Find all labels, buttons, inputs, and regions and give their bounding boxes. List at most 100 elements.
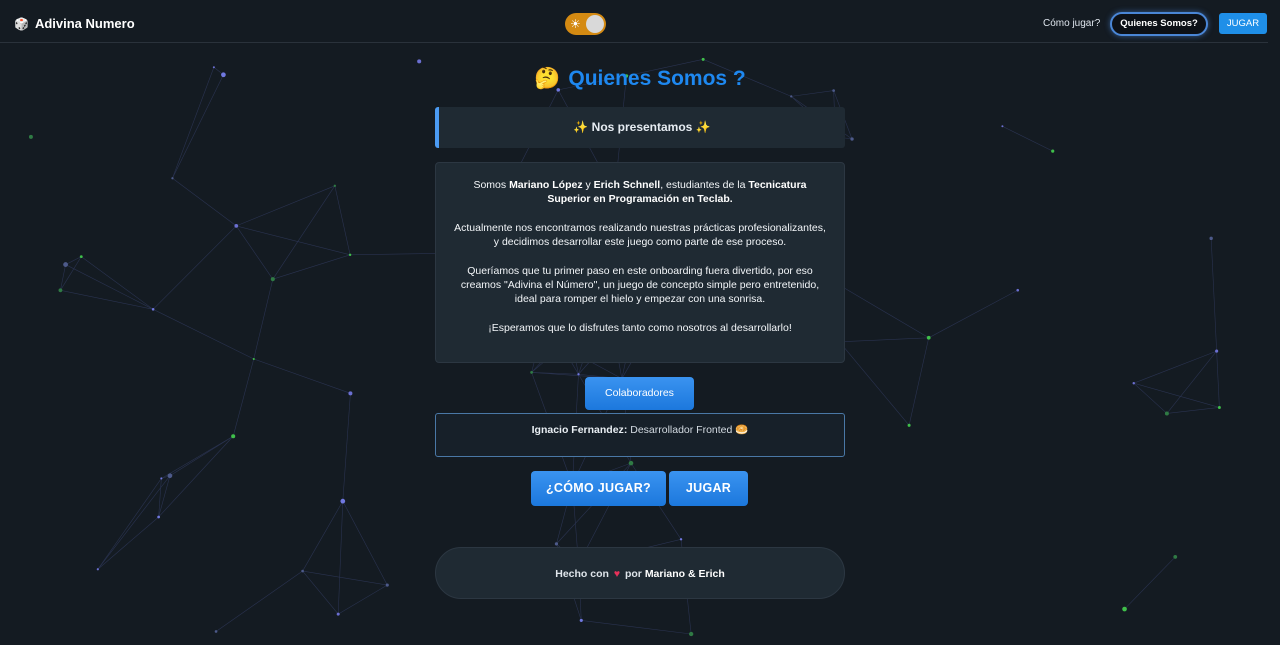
page: 🎲 Adivina Numero ☀ Cómo jugar? Quienes S…	[0, 0, 1280, 645]
author-name-2: Erich Schnell	[593, 179, 661, 191]
particle-link	[342, 393, 351, 502]
particle-link	[1210, 238, 1217, 352]
particle-dot	[1001, 125, 1004, 128]
brand[interactable]: 🎲 Adivina Numero	[14, 16, 135, 31]
particle-link	[302, 570, 339, 615]
particle-link	[581, 620, 692, 635]
particle-dot	[167, 473, 173, 479]
particle-dot	[160, 477, 163, 480]
particle-link	[97, 478, 162, 570]
scrollbar[interactable]	[1268, 0, 1280, 645]
how-to-play-button[interactable]: ¿CÓMO JUGAR?	[531, 471, 666, 506]
brand-title: Adivina Numero	[34, 16, 135, 31]
particle-dot	[234, 224, 239, 228]
footer: Hecho con ♥ por Mariano & Erich	[435, 547, 845, 599]
nav-play-button[interactable]: JUGAR	[1219, 13, 1267, 34]
particle-dot	[628, 460, 634, 466]
particle-link	[152, 309, 254, 360]
particle-link	[97, 516, 159, 570]
particle-dot	[333, 184, 337, 188]
particle-link	[272, 185, 336, 280]
particle-dot	[58, 288, 63, 293]
particle-link	[1133, 382, 1220, 408]
particle-link	[253, 358, 351, 394]
about-paragraph-1: Somos Mariano López y Erich Schnell, est…	[473, 179, 807, 206]
particle-dot	[1173, 555, 1178, 559]
particle-dot	[530, 371, 533, 374]
particle-dot	[850, 137, 854, 141]
collaborator-role: Desarrollador Fronted	[627, 424, 733, 436]
intro-banner: ✨ Nos presentamos ✨	[435, 107, 845, 148]
particle-link	[161, 435, 234, 479]
about-paragraph-3: Queríamos que tu primer paso en este onb…	[460, 264, 820, 306]
page-title-text: Quienes Somos ?	[568, 67, 746, 90]
particle-dot	[348, 391, 353, 396]
thinking-face-icon: 🤔	[534, 67, 561, 90]
particle-dot	[577, 373, 580, 376]
particle-link	[172, 177, 237, 227]
particle-link	[1002, 126, 1053, 152]
particle-dot	[1164, 411, 1169, 416]
particle-dot	[1051, 149, 1055, 153]
nav-link-how-to-play[interactable]: Cómo jugar?	[1043, 18, 1100, 29]
particle-dot	[554, 542, 559, 546]
particle-dot	[1215, 349, 1219, 353]
particle-dot	[214, 630, 218, 633]
particle-link	[302, 570, 388, 586]
particle-link	[839, 337, 929, 343]
particle-dot	[790, 95, 793, 98]
particle-dot	[28, 134, 33, 139]
particle-dot	[270, 277, 275, 282]
heart-icon: ♥	[613, 568, 621, 580]
particle-dot	[252, 357, 255, 361]
about-paragraph-2: Actualmente nos encontramos realizando n…	[454, 221, 826, 249]
particle-link	[1124, 556, 1176, 610]
bagel-icon: 🥯	[735, 424, 749, 436]
particle-link	[791, 90, 834, 97]
particle-link	[1166, 407, 1220, 414]
particle-dot	[1016, 288, 1020, 292]
navbar: 🎲 Adivina Numero ☀ Cómo jugar? Quienes S…	[0, 0, 1268, 43]
particle-dot	[1122, 606, 1127, 612]
collaborators-button[interactable]: Colaboradores	[585, 377, 694, 410]
about-paragraph-4: ¡Esperamos que lo disfrutes tanto como n…	[488, 321, 792, 334]
particle-link	[350, 252, 446, 256]
nav-link-about[interactable]: Quienes Somos?	[1110, 12, 1208, 36]
particle-link	[65, 264, 154, 310]
particle-link	[152, 225, 237, 310]
particle-link	[97, 475, 171, 570]
particle-dot	[679, 538, 683, 541]
footer-authors: Mariano & Erich	[644, 568, 725, 580]
particle-dot	[1132, 381, 1135, 385]
particle-link	[60, 290, 154, 310]
particle-dot	[417, 59, 422, 64]
particle-link	[337, 501, 344, 615]
particle-link	[169, 435, 234, 476]
particle-link	[236, 185, 335, 227]
particle-link	[232, 358, 255, 437]
author-name-1: Mariano López	[509, 179, 583, 191]
particle-dot	[579, 618, 583, 622]
dice-icon: 🎲	[14, 16, 29, 31]
particle-link	[215, 570, 303, 632]
particle-dot	[79, 255, 83, 259]
collaborator-name: Ignacio Fernandez	[531, 424, 624, 436]
particle-link	[1216, 351, 1220, 408]
theme-toggle[interactable]: ☀	[565, 13, 606, 35]
particle-dot	[1217, 406, 1221, 409]
play-button[interactable]: JUGAR	[669, 471, 748, 506]
particle-dot	[907, 423, 911, 427]
particle-link	[302, 501, 344, 572]
particle-link	[908, 337, 930, 426]
particle-link	[342, 501, 388, 586]
particle-dot	[1209, 236, 1213, 241]
particle-dot	[231, 434, 236, 439]
particle-dot	[171, 177, 174, 180]
particle-link	[253, 279, 274, 360]
particle-dot	[926, 335, 931, 340]
particle-link	[272, 254, 351, 280]
particle-link	[839, 341, 910, 426]
particle-dot	[348, 253, 352, 257]
about-card: Somos Mariano López y Erich Schnell, est…	[435, 162, 845, 363]
particle-dot	[96, 568, 99, 571]
